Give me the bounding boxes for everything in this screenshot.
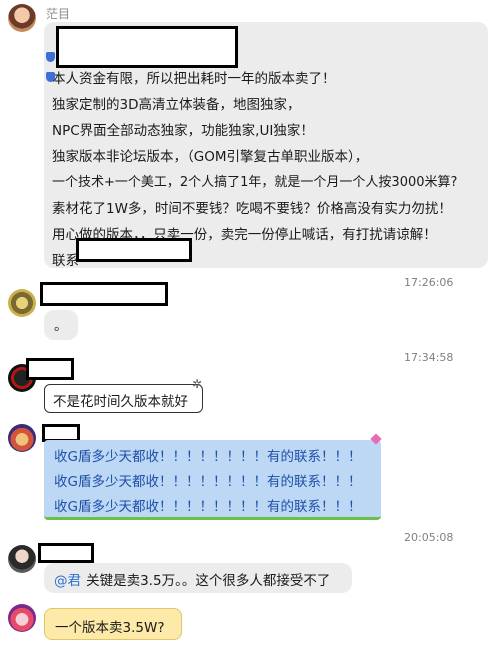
message-line: 一个技术+一个美工，2个人搞了1年，就是一个月一个人按3000米算? [52, 175, 458, 190]
message-bubble[interactable]: 收G盾多少天都收！！！！！！！！有的联系！！！ 收G盾多少天都收！！！！！！！！… [44, 440, 381, 520]
timestamp: 20:05:08 [404, 531, 454, 544]
message-text: 关键是卖3.5万。。这个很多人都接受不了 [86, 573, 331, 589]
avatar[interactable] [8, 289, 36, 317]
shield-icon [46, 52, 55, 62]
message-text: 一个版本卖3.5W? [55, 620, 165, 636]
message-line: NPC界面全部动态独家，功能独家,UI独家！ [52, 123, 314, 139]
mention[interactable]: @君 [54, 573, 81, 589]
message-line: 收G盾多少天都收！！！！！！！！有的联系！！！ [54, 474, 362, 490]
redacted-name [26, 358, 74, 380]
avatar[interactable] [8, 545, 36, 573]
message-line: 收G盾多少天都收！！！！！！！！有的联系！！！ [54, 449, 362, 465]
message-line: 素材花了1W多，时间不要钱？吃喝不要钱？价格高没有实力勿扰！ [52, 201, 452, 217]
shield-icon [46, 72, 55, 82]
sparkle-icon: ✲ [192, 377, 203, 391]
avatar[interactable] [8, 604, 36, 632]
message-bubble[interactable]: 不是花时间久版本就好 [44, 384, 203, 413]
redacted-name [40, 282, 168, 306]
message-line: 本人资金有限，所以把出耗时一年的版本卖了！ [52, 71, 336, 87]
timestamp: 17:26:06 [404, 276, 454, 289]
message-line: 独家定制的3D高清立体装备，地图独家， [52, 97, 301, 113]
message-bubble[interactable]: 。 [44, 310, 78, 340]
redacted-block [76, 238, 192, 262]
timestamp: 17:34:58 [404, 351, 454, 364]
message-text: 。 [54, 318, 68, 334]
message-bubble[interactable]: 一个版本卖3.5W? [44, 608, 182, 640]
redacted-name [38, 543, 94, 563]
avatar[interactable] [8, 424, 36, 452]
avatar[interactable] [8, 4, 36, 32]
message-bubble[interactable]: @君 关键是卖3.5万。。这个很多人都接受不了 [44, 563, 352, 593]
message-line: 独家版本非论坛版本，（GOM引擎复古单职业版本）， [52, 149, 369, 165]
sender-name: 茫目 [46, 7, 71, 21]
redacted-block [56, 26, 238, 68]
message-text: 不是花时间久版本就好 [53, 394, 188, 410]
message-line: 收G盾多少天都收！！！！！！！！有的联系！！！ [54, 499, 362, 515]
